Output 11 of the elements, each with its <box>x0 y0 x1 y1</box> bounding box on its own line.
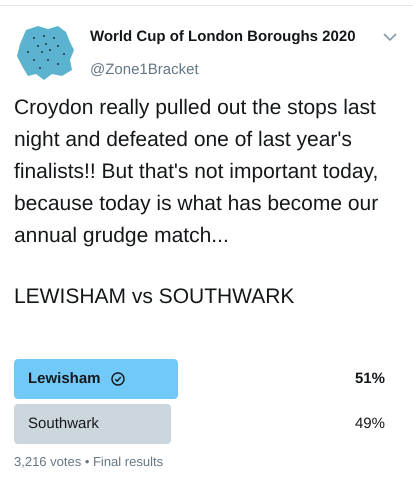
check-circle-icon <box>110 372 125 386</box>
tweet-text: Croydon really pulled out the stops last night and defeated one of last year's finalists!! But that's not important today, because today is what has become our annual grudge match... <box>14 95 380 249</box>
tweet-headline: LEWISHAM vs SOUTHWARK <box>14 284 296 310</box>
option-percent: 49% <box>354 414 385 434</box>
chevron-down-icon[interactable] <box>383 32 397 42</box>
account-handle[interactable]: @Zone1Bracket <box>90 58 399 81</box>
account-name[interactable]: World Cup of London Boroughs 2020 <box>90 26 356 48</box>
poll-summary: 3,216 votes • Final results <box>14 453 164 471</box>
option-label: Southwark <box>28 414 99 434</box>
option-percent: 51% <box>354 368 385 389</box>
option-label: Lewisham <box>28 368 101 389</box>
